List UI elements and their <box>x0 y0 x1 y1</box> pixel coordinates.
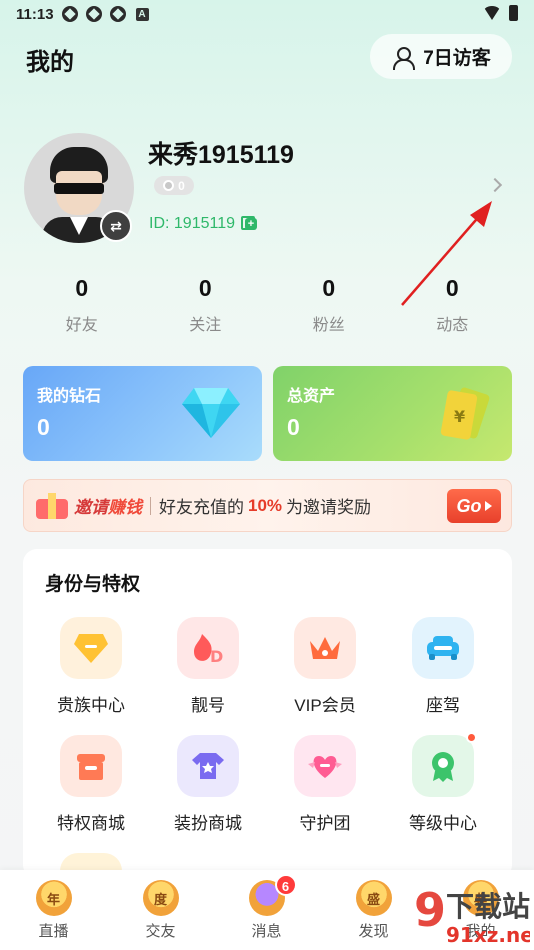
go-label: Go <box>456 495 482 516</box>
banner-text-2: 为邀请奖励 <box>286 498 372 517</box>
stats-row: 0 好友 0 关注 0 粉丝 0 动态 <box>20 275 514 335</box>
grid-item-noble[interactable]: 贵族中心 <box>41 617 141 716</box>
grid-item-pretty-id[interactable]: D 靓号 <box>158 617 258 716</box>
nav-item-dating[interactable]: 度 交友 <box>107 870 214 950</box>
privileges-title: 身份与特权 <box>45 574 141 595</box>
diamond-card-title: 我的钻石 <box>37 388 102 405</box>
grid-label: 守护团 <box>299 814 351 833</box>
grid-label: VIP会员 <box>294 696 356 715</box>
level-medal-icon <box>412 732 477 797</box>
level-value: 0 <box>178 178 185 193</box>
level-star-icon <box>163 180 175 191</box>
banner-percent: 10% <box>248 495 283 515</box>
svg-text:下载站: 下载站 <box>446 890 530 923</box>
nav-item-live[interactable]: 年 直播 <box>0 870 107 950</box>
wifi-icon <box>483 6 501 20</box>
assets-card-title: 总资产 <box>287 388 336 405</box>
divider <box>150 496 151 515</box>
live-icon: 年 <box>35 880 72 916</box>
level-badge: 0 <box>154 176 194 195</box>
gift-icon <box>34 491 70 521</box>
privileges-panel: 身份与特权 贵族中心 D 靓号 VIP会员 座驾 特权商城 装扮商城 守护团 等… <box>23 549 512 883</box>
diamond-card-value: 0 <box>37 414 50 440</box>
stat-value: 0 <box>322 275 336 301</box>
svg-text:¥: ¥ <box>454 407 465 426</box>
stat-label: 粉丝 <box>312 317 345 334</box>
status-time: 11:13 <box>16 5 54 23</box>
grid-label: 装扮商城 <box>174 814 242 833</box>
play-icon <box>484 501 492 511</box>
person-icon <box>391 46 416 70</box>
message-count-badge: 6 <box>274 874 297 896</box>
svg-text:D: D <box>210 647 223 666</box>
grid-label: 特权商城 <box>57 814 125 833</box>
nav-item-messages[interactable]: 6 消息 <box>213 870 320 950</box>
discover-icon: 盛 <box>355 880 392 916</box>
user-id-text: ID: 1915119 <box>149 215 235 232</box>
grid-item-level-center[interactable]: 等级中心 <box>393 732 493 834</box>
grid-label: 座驾 <box>426 696 460 715</box>
nav-label: 直播 <box>38 923 69 940</box>
pretty-id-icon: D <box>177 617 239 679</box>
assets-card-value: 0 <box>287 414 300 440</box>
svg-text:91xz.net: 91xz.net <box>446 923 530 946</box>
grid-label: 靓号 <box>191 696 225 715</box>
messages-icon: 6 <box>248 874 297 916</box>
app-notification-icon <box>61 6 78 22</box>
diamond-icon <box>182 388 240 438</box>
stat-label: 动态 <box>436 317 469 334</box>
watermark-logo: 9 下载站 91xz.net <box>414 883 530 946</box>
dating-icon: 度 <box>142 880 179 916</box>
keyboard-a-icon: A <box>135 7 149 21</box>
dress-shop-icon <box>177 735 239 797</box>
stat-posts[interactable]: 0 动态 <box>391 275 515 335</box>
diamond-card[interactable]: 我的钻石 0 <box>23 366 262 461</box>
car-icon <box>412 617 474 679</box>
page-title: 我的 <box>26 49 74 76</box>
app-notification-icon <box>85 6 102 22</box>
banner-tag-invite: 邀请 <box>74 498 108 517</box>
profile-chevron-right-icon[interactable] <box>487 177 503 193</box>
username: 来秀1915119 <box>148 141 294 169</box>
stat-friends[interactable]: 0 好友 <box>20 275 144 335</box>
status-bar: 11:13 A <box>0 0 534 28</box>
svg-text:9: 9 <box>414 883 446 937</box>
go-button[interactable]: Go <box>447 489 501 523</box>
tickets-icon: ¥ <box>440 387 490 440</box>
stat-value: 0 <box>198 275 212 301</box>
nav-label: 交友 <box>145 923 176 940</box>
grid-item-car[interactable]: 座驾 <box>393 617 493 716</box>
battery-icon <box>509 5 518 21</box>
guard-heart-icon <box>294 735 356 797</box>
invite-banner[interactable]: 邀请 赚钱 好友充值的 10% 为邀请奖励 Go <box>23 479 512 532</box>
vip-crown-icon <box>294 617 356 679</box>
stat-fans[interactable]: 0 粉丝 <box>267 275 391 335</box>
grid-item-guard[interactable]: 守护团 <box>275 735 375 834</box>
banner-text: 好友充值的 <box>159 498 244 517</box>
stat-label: 好友 <box>65 317 98 334</box>
copy-icon[interactable] <box>241 216 257 232</box>
shop-icon <box>60 735 122 797</box>
assets-card[interactable]: 总资产 0 ¥ <box>273 366 512 461</box>
grid-label: 贵族中心 <box>57 696 125 715</box>
visitors-label: 7日访客 <box>423 48 491 69</box>
stat-value: 0 <box>445 275 459 301</box>
app-notification-icon <box>109 6 126 22</box>
grid-item-privilege-shop[interactable]: 特权商城 <box>41 735 141 834</box>
user-id: ID: 1915119 <box>149 215 257 233</box>
grid-item-dress-shop[interactable]: 装扮商城 <box>158 735 258 834</box>
grid-label: 等级中心 <box>409 814 477 833</box>
noble-icon <box>60 617 122 679</box>
switch-account-icon[interactable]: ⇄ <box>100 210 132 242</box>
banner-tag-earn: 赚钱 <box>108 498 142 517</box>
grid-item-vip[interactable]: VIP会员 <box>275 617 375 716</box>
stat-value: 0 <box>75 275 89 301</box>
nav-label: 消息 <box>251 923 282 940</box>
notification-dot <box>466 732 477 743</box>
visitors-button[interactable]: 7日访客 <box>370 34 512 79</box>
stat-label: 关注 <box>189 317 222 334</box>
stat-following[interactable]: 0 关注 <box>144 275 268 335</box>
